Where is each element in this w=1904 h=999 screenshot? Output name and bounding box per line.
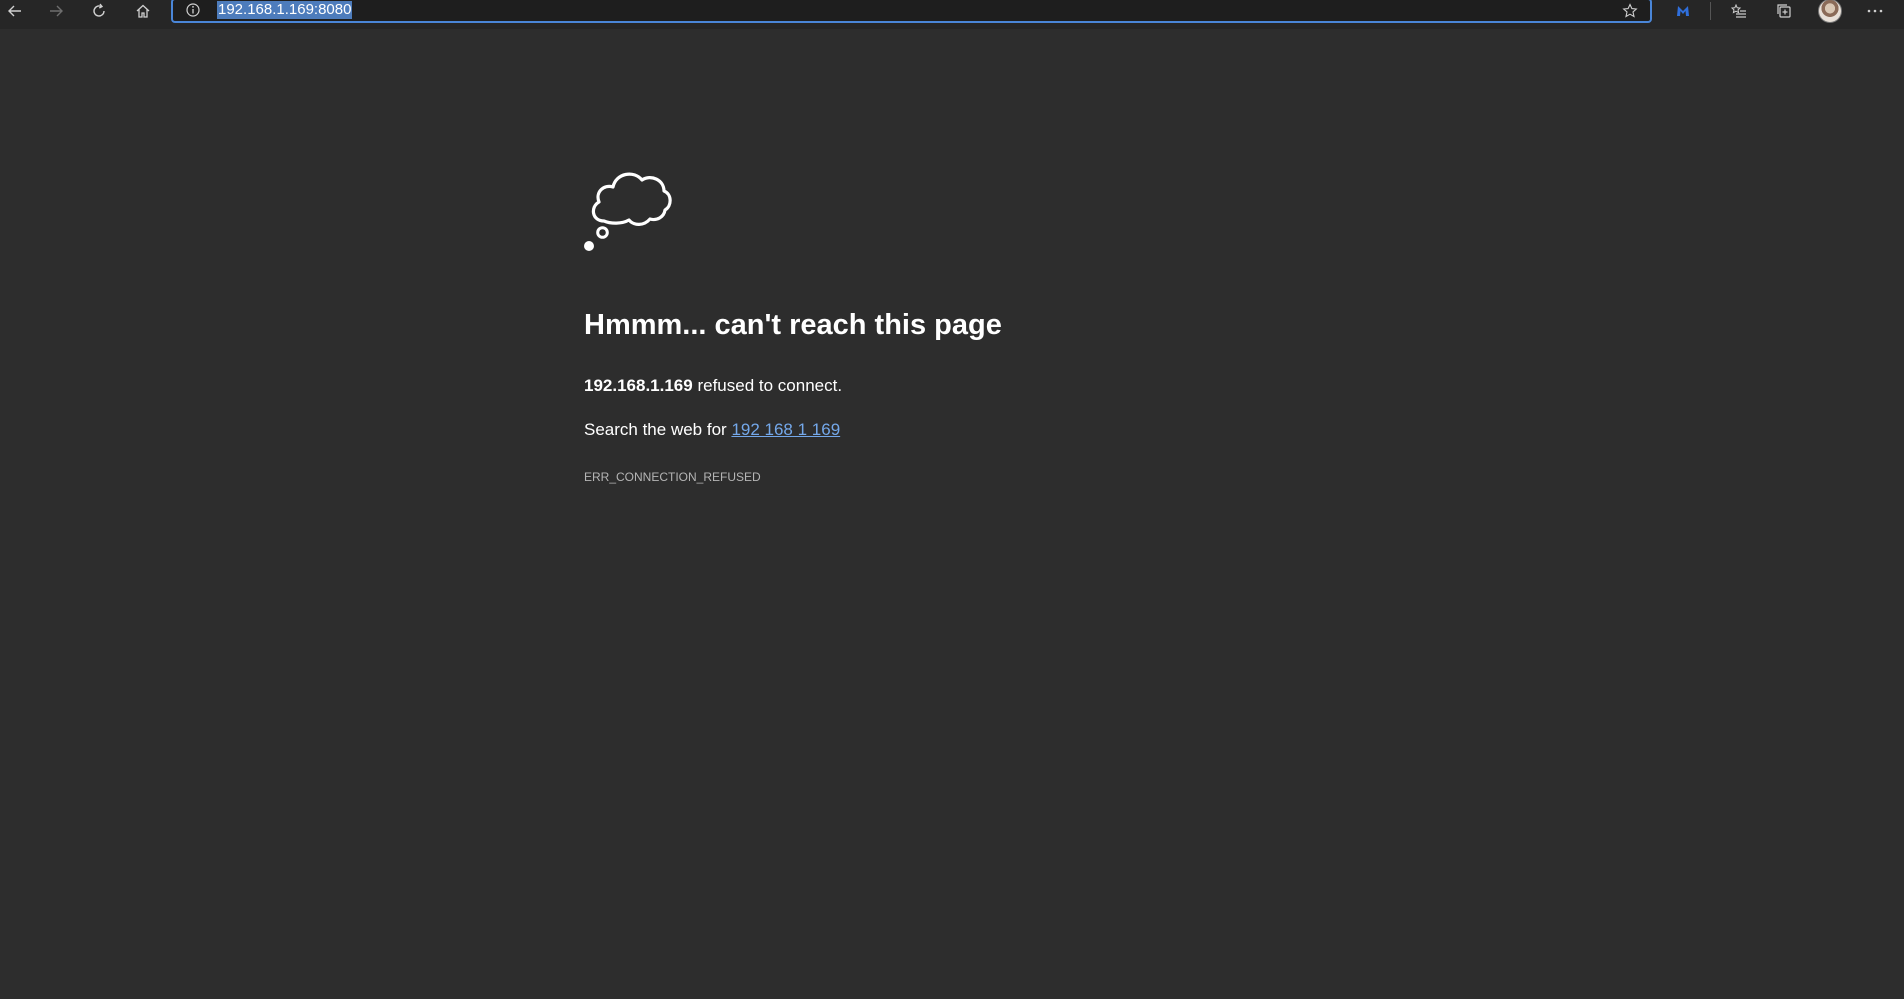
malwarebytes-extension-icon bbox=[1677, 6, 1689, 16]
collections-button[interactable] bbox=[1769, 0, 1799, 22]
browser-toolbar: 192.168.1.169:8080 bbox=[0, 0, 1904, 29]
favorites-list-icon bbox=[1731, 3, 1746, 18]
forward-button[interactable] bbox=[41, 0, 71, 22]
error-code: ERR_CONNECTION_REFUSED bbox=[584, 470, 761, 484]
info-icon[interactable] bbox=[185, 2, 201, 18]
forward-arrow-icon bbox=[50, 5, 63, 17]
favorites-button[interactable] bbox=[1724, 0, 1754, 22]
malwarebytes-extension-button[interactable] bbox=[1668, 0, 1698, 22]
star-icon[interactable] bbox=[1620, 1, 1640, 21]
error-refused-text: refused to connect. bbox=[697, 376, 843, 395]
search-link[interactable]: 192 168 1 169 bbox=[731, 420, 840, 439]
error-description: 192.168.1.169 refused to connect. bbox=[584, 376, 842, 396]
collections-icon bbox=[1777, 4, 1791, 18]
error-heading: Hmmm... can't reach this page bbox=[584, 309, 1002, 341]
profile-avatar[interactable] bbox=[1818, 0, 1842, 23]
search-prefix: Search the web for bbox=[584, 420, 727, 439]
refresh-button[interactable] bbox=[84, 0, 114, 22]
address-bar[interactable]: 192.168.1.169:8080 bbox=[171, 0, 1652, 23]
back-button[interactable] bbox=[0, 0, 30, 22]
toolbar-divider bbox=[1710, 2, 1711, 20]
more-options-button[interactable] bbox=[1860, 0, 1890, 22]
refresh-icon bbox=[93, 3, 105, 17]
more-options-icon bbox=[1867, 9, 1883, 13]
error-host: 192.168.1.169 bbox=[584, 376, 693, 395]
address-url[interactable]: 192.168.1.169:8080 bbox=[217, 1, 353, 19]
search-suggestion: Search the web for 192 168 1 169 bbox=[584, 420, 840, 440]
home-button[interactable] bbox=[128, 0, 158, 22]
home-icon bbox=[136, 4, 150, 18]
back-arrow-icon bbox=[8, 5, 21, 17]
thought-cloud-icon bbox=[584, 172, 672, 251]
